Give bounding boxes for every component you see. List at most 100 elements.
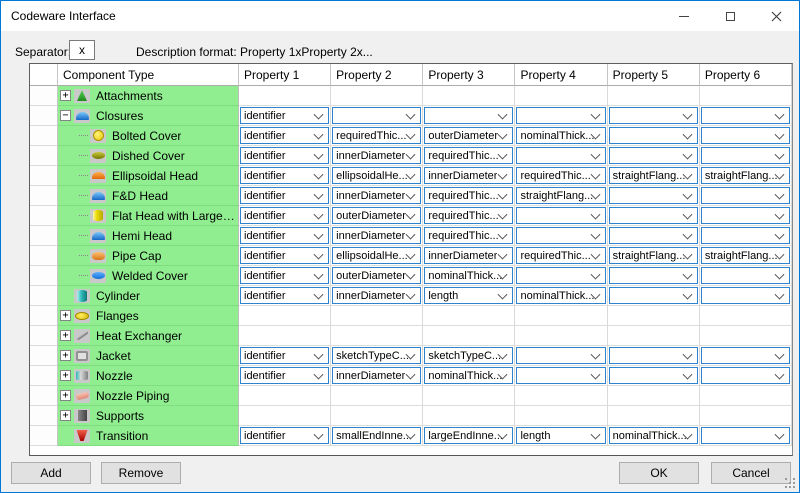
property-combobox[interactable]: largeEndInne... [424,427,514,444]
property-combobox[interactable] [424,107,514,124]
property-combobox[interactable]: nominalThick... [424,367,514,384]
property-combobox[interactable] [700,227,790,244]
property-combobox[interactable]: outerDiameter [332,267,422,284]
close-button[interactable] [753,1,799,31]
property-combobox[interactable]: requiredThic... [424,207,514,224]
component-cell[interactable]: + Attachments [58,86,239,106]
component-cell[interactable]: Cylinder [58,286,239,306]
expand-icon[interactable]: + [60,350,71,361]
property-combobox[interactable]: length [424,287,514,304]
property-combobox[interactable]: innerDiameter [332,147,422,164]
row-header-cell[interactable] [30,106,58,126]
expand-icon[interactable]: + [60,310,71,321]
property-combobox[interactable] [608,287,698,304]
property-combobox[interactable]: sketchTypeC... [424,347,514,364]
property-combobox[interactable] [700,427,790,444]
component-cell[interactable]: + Nozzle [58,366,239,386]
property-combobox[interactable] [700,187,790,204]
row-header-cell[interactable] [30,86,58,106]
property-combobox[interactable]: straightFlang... [608,167,698,184]
property-combobox[interactable] [608,107,698,124]
property-combobox[interactable] [608,347,698,364]
component-cell[interactable]: + Flanges [58,306,239,326]
separator-input[interactable]: x [69,40,95,60]
expand-icon[interactable]: + [60,390,71,401]
property-combobox[interactable] [608,227,698,244]
property-combobox[interactable]: nominalThick... [608,427,698,444]
property-combobox[interactable] [608,187,698,204]
component-cell[interactable]: Dished Cover [58,146,239,166]
property-combobox[interactable]: innerDiameter [332,227,422,244]
property-combobox[interactable]: requiredThic... [516,167,606,184]
row-header-cell[interactable] [30,346,58,366]
property-combobox[interactable]: requiredThic... [424,147,514,164]
property-combobox[interactable]: innerDiameter [424,167,514,184]
property-combobox[interactable]: length [516,427,606,444]
property-combobox[interactable]: straightFlang... [516,187,606,204]
property-combobox[interactable]: innerDiameter [332,287,422,304]
component-cell[interactable]: Pipe Cap [58,246,239,266]
row-header-cell[interactable] [30,146,58,166]
property-combobox[interactable]: nominalThick... [424,267,514,284]
row-header-cell[interactable] [30,286,58,306]
property-combobox[interactable] [700,347,790,364]
component-cell[interactable]: F&D Head [58,186,239,206]
property-combobox[interactable] [516,267,606,284]
property-combobox[interactable] [700,367,790,384]
property-combobox[interactable]: innerDiameter [332,187,422,204]
property-combobox[interactable] [332,107,422,124]
property-combobox[interactable]: innerDiameter [424,247,514,264]
expand-icon[interactable]: + [60,410,71,421]
property-combobox[interactable]: identifier [240,127,330,144]
component-cell[interactable]: + Supports [58,406,239,426]
component-cell[interactable]: Welded Cover [58,266,239,286]
property-combobox[interactable] [700,107,790,124]
property-combobox[interactable]: identifier [240,347,330,364]
property-combobox[interactable]: identifier [240,427,330,444]
component-cell[interactable]: Hemi Head [58,226,239,246]
property-combobox[interactable] [516,227,606,244]
row-header-cell[interactable] [30,226,58,246]
property-combobox[interactable]: identifier [240,147,330,164]
property-combobox[interactable] [516,107,606,124]
row-header-cell[interactable] [30,206,58,226]
component-cell[interactable]: Ellipsoidal Head [58,166,239,186]
expand-icon[interactable]: + [60,370,71,381]
row-header-cell[interactable] [30,266,58,286]
property-combobox[interactable]: ellipsoidalHe... [332,167,422,184]
property-combobox[interactable]: identifier [240,247,330,264]
property-combobox[interactable]: straightFlang... [700,247,790,264]
property-combobox[interactable]: nominalThick... [516,127,606,144]
property-combobox[interactable]: identifier [240,167,330,184]
property-combobox[interactable] [516,347,606,364]
maximize-button[interactable] [707,1,753,31]
cancel-button[interactable]: Cancel [711,462,791,484]
row-header-cell[interactable] [30,186,58,206]
property-combobox[interactable]: identifier [240,227,330,244]
property-combobox[interactable]: innerDiameter [332,367,422,384]
property-combobox[interactable]: outerDiameter [424,127,514,144]
property-combobox[interactable] [608,267,698,284]
ok-button[interactable]: OK [619,462,699,484]
property-combobox[interactable] [516,367,606,384]
property-combobox[interactable]: identifier [240,287,330,304]
remove-button[interactable]: Remove [101,462,181,484]
property-combobox[interactable]: smallEndInne... [332,427,422,444]
component-cell[interactable]: − Closures [58,106,239,126]
row-header-cell[interactable] [30,126,58,146]
property-combobox[interactable]: requiredThic... [516,247,606,264]
row-header-cell[interactable] [30,246,58,266]
component-cell[interactable]: Bolted Cover [58,126,239,146]
expand-icon[interactable]: + [60,330,71,341]
property-combobox[interactable]: requiredThic... [424,227,514,244]
property-combobox[interactable]: sketchTypeC... [332,347,422,364]
property-combobox[interactable]: requiredThic... [332,127,422,144]
property-combobox[interactable] [700,267,790,284]
expand-icon[interactable]: + [60,90,71,101]
property-combobox[interactable]: identifier [240,267,330,284]
property-combobox[interactable] [608,127,698,144]
row-header-cell[interactable] [30,406,58,426]
property-combobox[interactable]: identifier [240,207,330,224]
property-combobox[interactable]: identifier [240,187,330,204]
property-combobox[interactable] [516,147,606,164]
